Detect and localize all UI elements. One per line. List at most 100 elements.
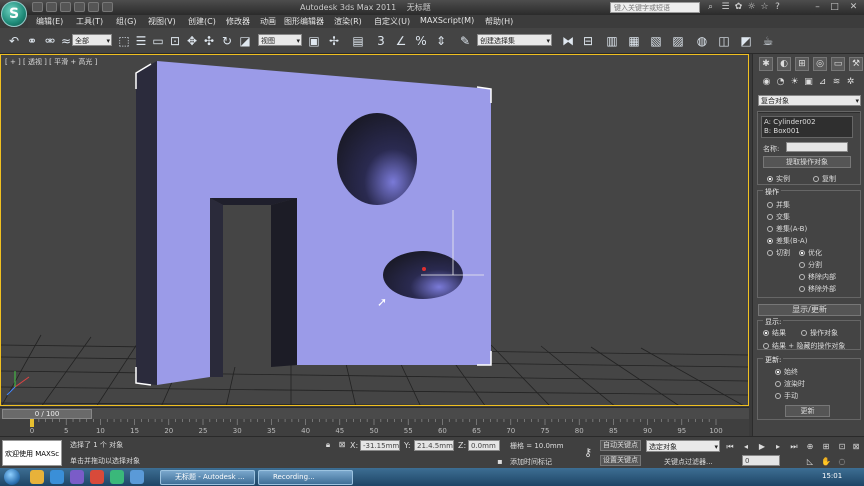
union-radio[interactable]: 并集 [767, 200, 790, 210]
menu-modifiers[interactable]: 修改器 [226, 16, 250, 27]
media-player-icon[interactable] [70, 470, 84, 484]
menu-tools[interactable]: 工具(T) [76, 16, 103, 27]
edit-named-selection-icon[interactable]: ✎ [457, 33, 473, 49]
goto-end-icon[interactable]: ⏭ [788, 441, 800, 453]
taskbar-3dsmax-task[interactable]: 无标题 - Autodesk ... [160, 470, 255, 485]
render-setup-icon[interactable]: ◫ [716, 33, 732, 49]
subtraction-ab-radio[interactable]: 差集(A-B) [767, 224, 807, 234]
object-category-dropdown[interactable]: 复合对象 [758, 95, 861, 107]
operands-radio[interactable]: 操作对象 [801, 328, 838, 338]
current-frame-field[interactable]: 0 [742, 455, 780, 466]
rectangular-selection-icon[interactable]: ▭ [150, 33, 166, 49]
select-and-rotate-icon[interactable]: ↻ [219, 33, 235, 49]
unlink-icon[interactable]: ⚮ [42, 33, 58, 49]
instance-radio[interactable]: 实例 [767, 174, 790, 184]
material-editor-icon[interactable]: ◍ [694, 33, 710, 49]
app-pinned-3-icon[interactable] [130, 470, 144, 484]
app-logo-icon[interactable]: S [1, 1, 27, 27]
lights-icon[interactable]: ☀ [789, 77, 800, 88]
reference-coordinate-dropdown[interactable]: 视图 [258, 34, 302, 47]
subtraction-ba-radio[interactable]: 差集(B-A) [767, 236, 807, 246]
time-tag-icon[interactable]: ▪ [494, 456, 506, 468]
graphite-ribbon-icon[interactable]: ▦ [626, 33, 642, 49]
when-rendering-radio[interactable]: 渲染时 [775, 379, 805, 389]
help-icon[interactable]: ? [772, 2, 783, 13]
track-bar[interactable]: 0 5 10 15 20 25 30 35 40 45 50 55 60 65 70 75 80 85 90 95 10… [0, 419, 749, 436]
start-button-icon[interactable] [4, 469, 20, 485]
help-search-input[interactable]: 键入关键字或短语 [610, 2, 700, 13]
maximize-icon[interactable]: □ [829, 2, 840, 13]
zoom-extents-icon[interactable]: ⊡ [836, 441, 848, 453]
infocenter-icon[interactable]: ☰ [720, 2, 731, 13]
geometry-icon[interactable]: ◉ [761, 77, 772, 88]
hierarchy-tab-icon[interactable]: ⊞ [795, 57, 809, 71]
add-time-tag[interactable]: 添加时间标记 [510, 457, 552, 467]
operand-b[interactable]: B: Box001 [764, 127, 850, 136]
maximize-viewport-icon[interactable]: ⊠ [850, 441, 862, 453]
lock-selection-icon[interactable]: 🔒︎ [322, 439, 334, 451]
y-coordinate-field[interactable]: 21.4.5mm [414, 440, 454, 451]
subscription-icon[interactable]: ✿ [733, 2, 744, 13]
cameras-icon[interactable]: ▣ [803, 77, 814, 88]
next-frame-icon[interactable]: ▸ [772, 441, 784, 453]
refine-radio[interactable]: 优化 [799, 248, 822, 258]
mirror-icon[interactable]: ⧓ [560, 33, 576, 49]
snaps-toggle-icon[interactable]: 3 [373, 33, 389, 49]
always-radio[interactable]: 始终 [775, 367, 798, 377]
shapes-icon[interactable]: ◔ [775, 77, 786, 88]
manipulate-icon[interactable]: ✢ [326, 33, 342, 49]
set-key-button[interactable]: 设置关键点 [600, 455, 641, 466]
viewport-label[interactable]: [ + ] [ 透视 ] [ 平滑 + 高光 ] [5, 57, 97, 67]
zoom-icon[interactable]: ⊕ [804, 441, 816, 453]
remove-outside-radio[interactable]: 移除外部 [799, 284, 836, 294]
search-icon[interactable]: ⌕ [705, 2, 716, 13]
select-and-move-icon[interactable]: ✥ [184, 33, 200, 49]
key-filters-button[interactable]: 关键点过滤器... [664, 457, 713, 467]
menu-edit[interactable]: 编辑(E) [36, 16, 63, 27]
time-slider-handle[interactable]: 0 / 100 [2, 409, 92, 419]
align-icon[interactable]: ⊟ [580, 33, 596, 49]
orbit-icon[interactable]: ◌ [836, 456, 848, 468]
cut-radio[interactable]: 切割 [767, 248, 790, 258]
render-production-icon[interactable]: ☕ [760, 33, 776, 49]
menu-customize[interactable]: 自定义(U) [374, 16, 410, 27]
update-button[interactable]: 更新 [785, 405, 830, 417]
z-coordinate-field[interactable]: 0.0mm [468, 440, 500, 451]
menu-help[interactable]: 帮助(H) [485, 16, 513, 27]
explorer-icon[interactable] [30, 470, 44, 484]
undo-tool-icon[interactable]: ↶ [6, 33, 22, 49]
undo-icon[interactable] [74, 2, 85, 12]
name-field[interactable] [786, 142, 848, 152]
previous-frame-icon[interactable]: ◂ [740, 441, 752, 453]
select-and-scale-icon[interactable]: ◪ [237, 33, 253, 49]
taskbar-recording-task[interactable]: Recording... [258, 470, 353, 485]
favorites-icon[interactable]: ☆ [759, 2, 770, 13]
key-icon[interactable]: ⚷ [582, 447, 594, 459]
play-icon[interactable]: ▶ [756, 441, 768, 453]
menu-animation[interactable]: 动画 [260, 16, 276, 27]
link-icon[interactable]: ⚭ [24, 33, 40, 49]
remove-inside-radio[interactable]: 移除内部 [799, 272, 836, 282]
redo-icon[interactable] [88, 2, 99, 12]
current-frame-marker[interactable] [30, 419, 34, 427]
move-icon[interactable]: ✣ [201, 33, 217, 49]
app-pinned-2-icon[interactable] [110, 470, 124, 484]
percent-snap-icon[interactable]: % [413, 33, 429, 49]
selection-filter-dropdown[interactable]: 全部 [72, 34, 112, 47]
menu-create[interactable]: 创建(C) [188, 16, 216, 27]
open-file-icon[interactable] [46, 2, 57, 12]
browser-icon[interactable] [50, 470, 64, 484]
intersection-radio[interactable]: 交集 [767, 212, 790, 222]
angle-snap-icon[interactable]: ∠ [393, 33, 409, 49]
operands-list[interactable]: A: Cylinder002 B: Box001 [761, 116, 853, 138]
zoom-all-icon[interactable]: ⊞ [820, 441, 832, 453]
result-radio[interactable]: 结果 [763, 328, 786, 338]
app-pinned-icon[interactable] [90, 470, 104, 484]
helpers-icon[interactable]: ⊿ [817, 77, 828, 88]
perspective-viewport[interactable]: [ + ] [ 透视 ] [ 平滑 + 高光 ] ➚ [0, 54, 749, 406]
pivot-center-icon[interactable]: ▣ [306, 33, 322, 49]
operand-a[interactable]: A: Cylinder002 [764, 118, 850, 127]
result-hidden-ops-radio[interactable]: 结果 + 隐藏的操作对象 [763, 341, 845, 351]
spinner-snap-icon[interactable]: ⇕ [433, 33, 449, 49]
split-radio[interactable]: 分割 [799, 260, 822, 270]
